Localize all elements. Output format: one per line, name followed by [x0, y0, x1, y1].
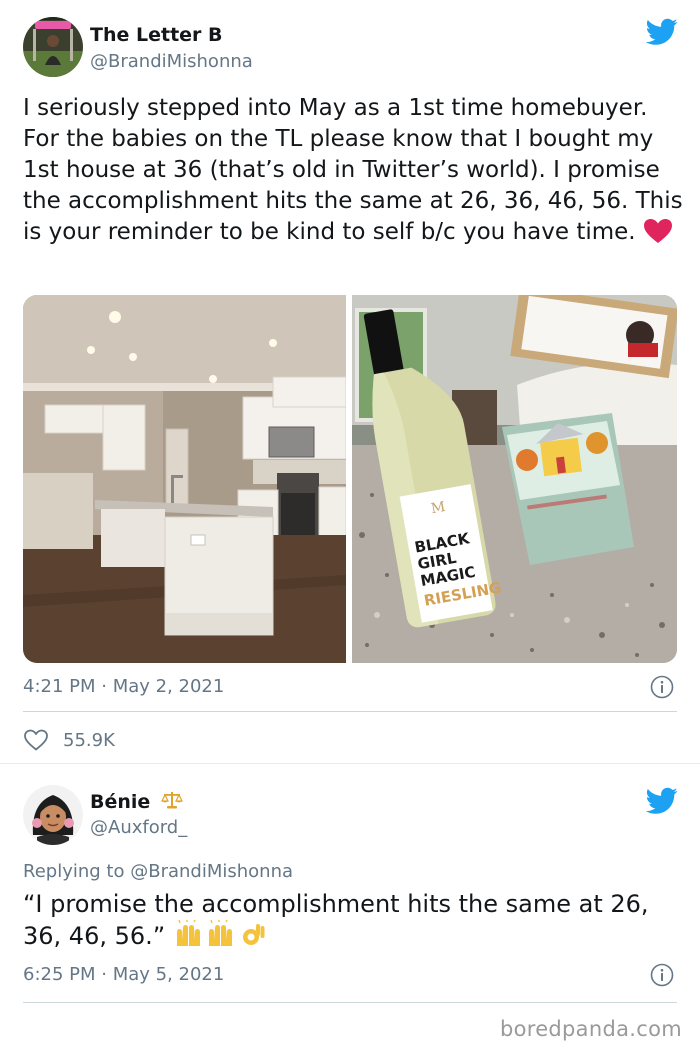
tweet-timestamp[interactable]: 6:25 PM · May 5, 2021	[23, 964, 224, 985]
author-name[interactable]: The Letter B	[90, 24, 223, 46]
avatar[interactable]	[23, 785, 83, 845]
divider	[23, 711, 677, 712]
tweet-media[interactable]: M BLACK GIRL MAGIC RIESLING	[23, 295, 677, 663]
heart-icon[interactable]	[23, 728, 49, 752]
author-handle[interactable]: @Auxford_	[90, 817, 187, 838]
avatar-image	[23, 17, 83, 77]
tweet-timestamp[interactable]: 4:21 PM · May 2, 2021	[23, 676, 224, 697]
avatar-image	[23, 785, 83, 845]
replying-to-mention[interactable]: @BrandiMishonna	[130, 861, 293, 882]
kitchen-photo[interactable]	[23, 295, 346, 663]
like-action[interactable]: 55.9K	[23, 727, 115, 753]
avatar[interactable]	[23, 17, 83, 77]
scales-emoji-icon	[160, 792, 183, 809]
watermark: boredpanda.com	[499, 1017, 682, 1041]
tweet-text: “I promise the accomplishment hits the s…	[23, 889, 683, 952]
tweet-text: I seriously stepped into May as a 1st ti…	[23, 93, 683, 248]
tweet-text-body: “I promise the accomplishment hits the s…	[23, 890, 649, 950]
twitter-bird-icon[interactable]	[646, 18, 678, 46]
replying-to-line: Replying to @BrandiMishonna	[23, 861, 293, 882]
likes-count: 55.9K	[63, 729, 115, 751]
red-heart-emoji-icon	[643, 219, 672, 243]
bottle-brand: M	[430, 499, 447, 517]
tweet-text-body: I seriously stepped into May as a 1st ti…	[23, 95, 683, 245]
reply-tweet-card: Bénie @Auxford_ Replying to @BrandiMisho…	[0, 768, 700, 1008]
wine-and-card-photo[interactable]: M BLACK GIRL MAGIC RIESLING	[352, 295, 677, 663]
tweet-card: The Letter B @BrandiMishonna I seriously…	[0, 0, 700, 764]
author-name-text: Bénie	[90, 791, 151, 813]
raising-hands-emoji-icon	[176, 920, 265, 946]
divider	[23, 1002, 677, 1003]
author-name[interactable]: Bénie	[90, 790, 183, 813]
twitter-bird-icon[interactable]	[646, 787, 678, 815]
info-icon[interactable]	[650, 963, 674, 987]
info-icon[interactable]	[650, 675, 674, 699]
author-handle[interactable]: @BrandiMishonna	[90, 51, 253, 72]
replying-prefix: Replying to	[23, 861, 125, 882]
